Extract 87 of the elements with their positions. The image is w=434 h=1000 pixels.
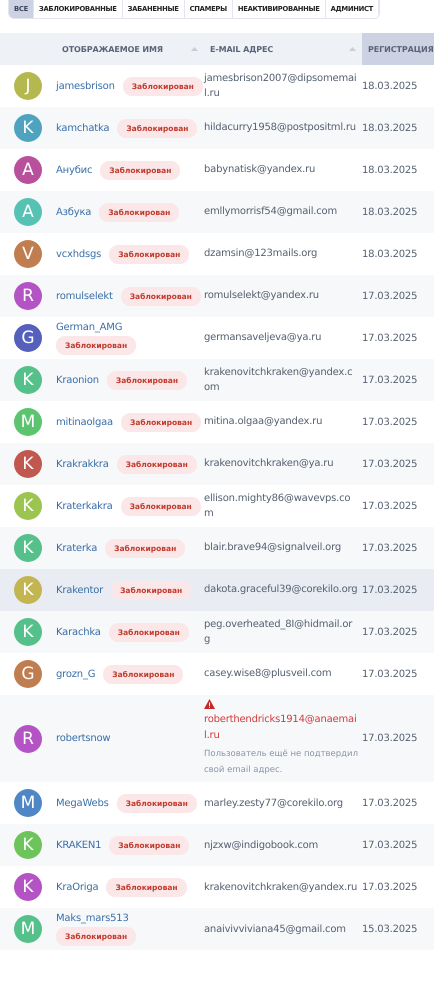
registration-date: 17.03.2025 <box>362 733 418 744</box>
registration-date: 17.03.2025 <box>362 416 418 428</box>
user-name-link[interactable]: Krakentor <box>56 584 104 596</box>
registration-date: 17.03.2025 <box>362 542 418 554</box>
registration-date: 18.03.2025 <box>362 80 418 92</box>
sort-arrow-icon <box>349 47 356 51</box>
email-text: marley.zesty77@corekilo.org <box>204 796 344 811</box>
user-name-link[interactable]: grozn_G <box>56 668 96 680</box>
avatar: K <box>14 873 42 902</box>
email-text: germansaveljeva@ya.ru <box>204 331 322 346</box>
registration-date: 17.03.2025 <box>362 798 418 809</box>
registration-date: 17.03.2025 <box>362 290 418 302</box>
user-name-link[interactable]: Kraterka <box>56 542 98 554</box>
email-text: romulselekt@yandex.ru <box>204 289 320 304</box>
user-name-link[interactable]: robertsnow <box>56 733 110 744</box>
avatar: G <box>14 324 42 352</box>
email-text: hildacurry1958@postpositml.ru <box>204 121 357 136</box>
warning-icon <box>204 699 215 709</box>
avatar: K <box>14 114 42 142</box>
user-name-link[interactable]: KRAKEN1 <box>56 840 102 851</box>
user-name-link[interactable]: jamesbrison <box>56 80 115 92</box>
registration-date: 18.03.2025 <box>362 206 418 218</box>
avatar: R <box>14 724 42 753</box>
registration-date: 17.03.2025 <box>362 882 418 893</box>
column-header[interactable]: E-MAIL АДРЕС <box>204 33 362 65</box>
avatar: M <box>14 915 42 944</box>
user-name-link[interactable]: Krakrakkra <box>56 458 109 470</box>
user-name-link[interactable]: kamchatka <box>56 122 110 134</box>
user-name-link[interactable]: MegaWebs <box>56 798 109 809</box>
email-text: krakenovitchkraken@yandex.ru <box>204 880 358 895</box>
email-text: babynatisk@yandex.ru <box>204 163 316 178</box>
registration-date: 17.03.2025 <box>362 500 418 512</box>
column-header[interactable]: ОТОБРАЖАЕМОЕ ИМЯ <box>56 33 204 65</box>
column-header[interactable]: РЕГИСТРАЦИЯ <box>362 33 434 65</box>
registration-date: 17.03.2025 <box>362 840 418 851</box>
avatar: R <box>14 282 42 310</box>
user-name-link[interactable]: vcxhdsgs <box>56 248 102 260</box>
email-text: emllymorrisf54@gmail.com <box>204 205 338 220</box>
user-name-link[interactable]: mitinaolgaa <box>56 416 113 428</box>
avatar: K <box>14 618 42 646</box>
registration-date: 17.03.2025 <box>362 626 418 638</box>
user-name-link[interactable]: Анубис <box>56 164 92 176</box>
registration-date: 18.03.2025 <box>362 248 418 260</box>
email-text: roberthendricks1914@anaemail.ru <box>204 713 358 742</box>
avatar: G <box>14 660 42 688</box>
avatar: J <box>14 72 42 100</box>
sort-arrow-icon <box>191 47 198 51</box>
email-text: casey.wise8@plusveil.com <box>204 667 332 682</box>
email-text: anaivivviviana45@gmail.com <box>204 922 347 937</box>
email-text: blair.brave94@signalveil.org <box>204 541 342 556</box>
avatar: V <box>14 240 42 268</box>
avatar: A <box>14 198 42 226</box>
avatar: K <box>14 831 42 860</box>
email-text: ellison.mighty86@wavevps.com <box>204 492 352 521</box>
avatar: M <box>14 789 42 818</box>
user-name-link[interactable]: romulselekt <box>56 290 113 302</box>
user-name-link[interactable]: Karachka <box>56 626 101 638</box>
avatar: A <box>14 156 42 184</box>
email-text: mitina.olgaa@yandex.ru <box>204 415 324 430</box>
user-name-link[interactable]: KraOriga <box>56 882 98 893</box>
avatar: K <box>14 576 42 604</box>
email-text: dzamsin@123mails.org <box>204 247 318 262</box>
avatar: K <box>14 534 42 562</box>
user-name-link[interactable]: Азбука <box>56 206 92 218</box>
user-name-link[interactable]: Kraterkakra <box>56 500 113 512</box>
avatar: K <box>14 492 42 520</box>
avatar: M <box>14 408 42 436</box>
registration-date: 17.03.2025 <box>362 668 418 680</box>
registration-date: 17.03.2025 <box>362 458 418 470</box>
registration-date: 17.03.2025 <box>362 332 418 344</box>
registration-date: 17.03.2025 <box>362 584 418 596</box>
user-name-link[interactable]: Maks_mars513 <box>56 912 129 924</box>
email-text: njzxw@indigobook.com <box>204 838 320 853</box>
email-text: krakenovitchkraken@ya.ru <box>204 457 334 472</box>
registration-date: 15.03.2025 <box>362 924 418 935</box>
email-text: krakenovitchkraken@yandex.com <box>204 366 354 395</box>
email-text: peg.overheated_8I@hidmail.org <box>204 618 354 647</box>
email-text: jamesbrison2007@dipsomemail.ru <box>204 72 358 101</box>
user-name-link[interactable]: Kraonion <box>56 374 99 386</box>
avatar: K <box>14 450 42 478</box>
registration-date: 17.03.2025 <box>362 374 418 386</box>
registration-date: 18.03.2025 <box>362 122 418 134</box>
user-name-link[interactable]: German_AMG <box>56 322 122 332</box>
avatar: K <box>14 366 42 394</box>
unverified-note: Пользователь ещё не подтвердил свой email адрес. <box>204 748 358 778</box>
email-text: dakota.graceful39@corekilo.org <box>204 583 358 598</box>
registration-date: 18.03.2025 <box>362 164 418 176</box>
